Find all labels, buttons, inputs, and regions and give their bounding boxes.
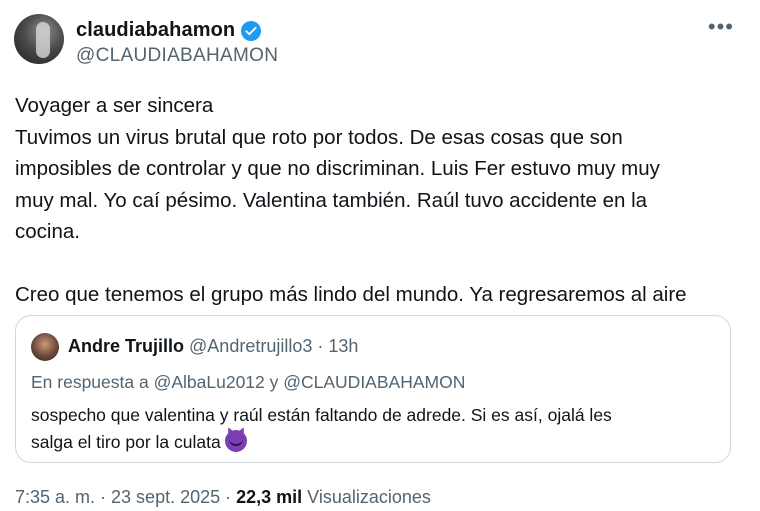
user-handle[interactable]: @CLAUDIABAHAMON bbox=[76, 45, 278, 67]
quoted-line-text: salga el tiro por la culata bbox=[31, 432, 221, 452]
post-line: Voyager a ser sincera bbox=[15, 94, 214, 117]
quoted-post[interactable]: Andre Trujillo @Andretrujillo3 · 13h En … bbox=[15, 315, 731, 463]
reply-to-text[interactable]: En respuesta a @AlbaLu2012 y @CLAUDIABAH… bbox=[31, 372, 465, 393]
display-name[interactable]: claudiabahamon bbox=[76, 19, 235, 42]
quoted-meta: @Andretrujillo3 · 13h bbox=[189, 336, 359, 356]
quoted-avatar[interactable] bbox=[31, 333, 59, 361]
post-text: Voyager a ser sincera Tuvimos un virus b… bbox=[15, 90, 745, 310]
post-footer: 7:35 a. m. · 23 sept. 2025 · 22,3 mil Vi… bbox=[15, 487, 431, 508]
post-line: cocina. bbox=[15, 220, 80, 243]
verified-badge-icon bbox=[241, 20, 262, 41]
post-line: Tuvimos un virus brutal que roto por tod… bbox=[15, 125, 623, 149]
display-name-row[interactable]: claudiabahamon bbox=[76, 19, 262, 42]
quoted-line-2: salga el tiro por la culata bbox=[31, 429, 721, 456]
post-line: imposibles de controlar y que no discrim… bbox=[15, 157, 660, 180]
smiling-devil-icon bbox=[224, 430, 247, 452]
post-timestamp[interactable]: 7:35 a. m. · 23 sept. 2025 · bbox=[15, 487, 236, 507]
views-count: 22,3 mil bbox=[236, 487, 303, 507]
quoted-display-name[interactable]: Andre Trujillo bbox=[68, 336, 184, 356]
post-line: muy mal. Yo caí pésimo. Valentina tambié… bbox=[15, 188, 648, 212]
post-line: Creo que tenemos el grupo más lindo del … bbox=[15, 282, 687, 306]
quoted-line: sospecho que valentina y raúl están falt… bbox=[31, 405, 612, 425]
quoted-header: Andre Trujillo @Andretrujillo3 · 13h bbox=[68, 336, 358, 357]
more-options-icon[interactable]: ••• bbox=[708, 16, 734, 38]
avatar[interactable] bbox=[14, 14, 64, 64]
views-label: Visualizaciones bbox=[302, 487, 431, 507]
quoted-text: sospecho que valentina y raúl están falt… bbox=[31, 402, 721, 456]
